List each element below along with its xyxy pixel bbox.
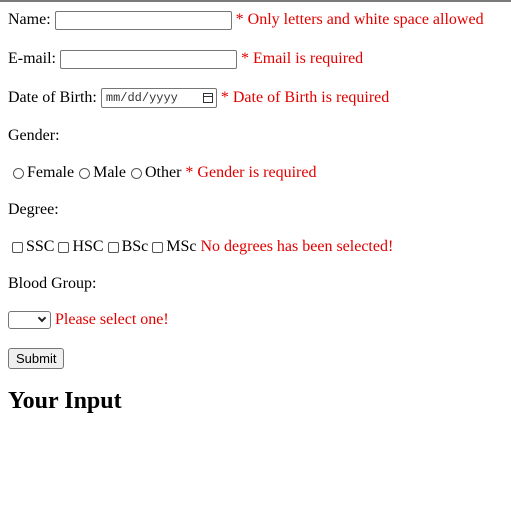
degree-options-row: SSC HSC BSc MSc No degrees has been sele…	[8, 235, 393, 259]
email-label: E-mail:	[8, 50, 56, 67]
degree-checkbox-hsc[interactable]	[58, 241, 70, 253]
degree-checkbox-bsc[interactable]	[107, 241, 119, 253]
gender-label-row: Gender:	[8, 124, 60, 148]
degree-checkbox-msc[interactable]	[152, 241, 164, 253]
top-border	[0, 0, 511, 2]
name-input[interactable]	[54, 10, 232, 30]
submit-row: Submit	[8, 346, 65, 370]
email-error: * Email is required	[240, 50, 364, 67]
dob-row: Date of Birth: mm/dd/yyyy * Date of Birt…	[8, 86, 389, 110]
email-input[interactable]	[59, 49, 237, 69]
degree-option-hsc: HSC	[72, 238, 104, 255]
blood-group-row: Please select one!	[8, 308, 169, 332]
gender-radio-other[interactable]	[130, 167, 142, 179]
gender-options-row: Female Male Other * Gender is required	[8, 161, 316, 185]
name-error: * Only letters and white space allowed	[235, 11, 484, 28]
gender-radio-female[interactable]	[13, 167, 24, 179]
degree-option-bsc: BSc	[121, 238, 149, 255]
blood-group-label: Blood Group:	[8, 275, 97, 292]
dob-placeholder: mm/dd/yyyy	[105, 91, 178, 105]
degree-label: Degree:	[8, 201, 59, 218]
submit-button[interactable]: Submit	[8, 347, 65, 369]
chevron-down-icon	[37, 313, 47, 323]
gender-option-female: Female	[27, 164, 75, 181]
email-row: E-mail: * Email is required	[8, 47, 363, 71]
gender-radio-male[interactable]	[79, 167, 91, 179]
blood-group-select[interactable]	[8, 311, 51, 329]
degree-error: No degrees has been selected!	[200, 238, 394, 255]
degree-option-ssc: SSC	[26, 238, 55, 255]
dob-label: Date of Birth:	[8, 89, 97, 106]
calendar-icon[interactable]	[202, 93, 213, 103]
degree-label-row: Degree:	[8, 198, 59, 222]
name-row: Name: * Only letters and white space all…	[8, 8, 484, 32]
name-label: Name:	[8, 11, 51, 28]
degree-checkbox-ssc[interactable]	[12, 241, 23, 253]
dob-input[interactable]: mm/dd/yyyy	[100, 88, 217, 108]
gender-option-other: Other	[144, 164, 182, 181]
gender-error: * Gender is required	[185, 164, 317, 181]
blood-group-label-row: Blood Group:	[8, 272, 96, 296]
output-heading: Your Input	[8, 388, 122, 414]
dob-error: * Date of Birth is required	[220, 89, 390, 106]
gender-label: Gender:	[8, 127, 60, 144]
gender-option-male: Male	[93, 164, 126, 181]
blood-group-error: Please select one!	[55, 311, 169, 328]
degree-option-msc: MSc	[166, 238, 197, 255]
